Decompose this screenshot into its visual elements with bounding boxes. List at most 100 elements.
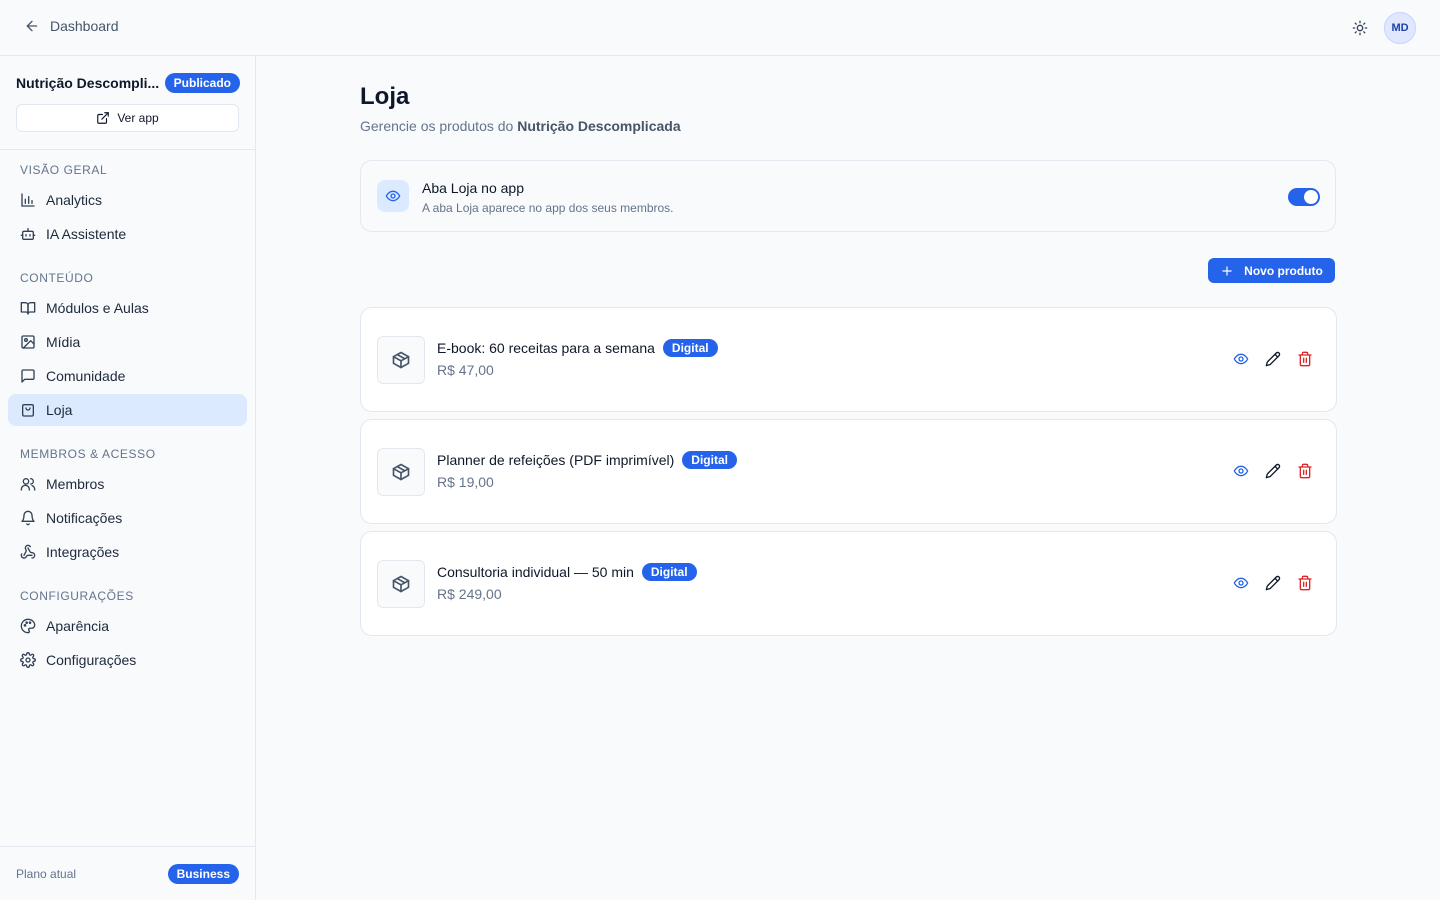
toggle-knob bbox=[1304, 190, 1318, 204]
product-actions bbox=[1233, 574, 1313, 592]
sidebar-item-integracoes[interactable]: Integrações bbox=[8, 536, 247, 568]
sidebar: Nutrição Descompli... Publicado Ver app … bbox=[0, 56, 256, 900]
page-title: Loja bbox=[360, 83, 410, 110]
trash-icon bbox=[1298, 463, 1312, 479]
product-type-badge: Digital bbox=[682, 451, 737, 469]
nav-section-title: MEMBROS & ACESSO bbox=[20, 447, 156, 461]
product-card[interactable]: Planner de refeições (PDF imprimível) Di… bbox=[360, 419, 1337, 524]
top-bar: Dashboard MD bbox=[0, 0, 1440, 56]
sidebar-nav: VISÃO GERAL Analytics IA Assistente CONT… bbox=[8, 160, 247, 678]
plan-badge: Business bbox=[167, 864, 239, 884]
edit-product-button[interactable] bbox=[1265, 574, 1281, 592]
pencil-icon bbox=[1265, 463, 1281, 479]
sidebar-item-label: Comunidade bbox=[46, 368, 126, 384]
store-tab-description: A aba Loja aparece no app dos seus membr… bbox=[422, 201, 674, 215]
view-product-button[interactable] bbox=[1233, 350, 1249, 368]
product-type-badge: Digital bbox=[641, 563, 697, 581]
product-card[interactable]: Consultoria individual — 50 min Digital … bbox=[360, 531, 1337, 636]
package-icon bbox=[377, 336, 425, 384]
external-link-icon bbox=[97, 112, 110, 124]
sidebar-item-label: Membros bbox=[46, 476, 105, 492]
sidebar-item-membros[interactable]: Membros bbox=[8, 468, 247, 500]
avatar[interactable]: MD bbox=[1384, 12, 1416, 44]
sidebar-item-midia[interactable]: Mídia bbox=[8, 326, 247, 358]
bell-icon bbox=[21, 510, 35, 526]
eye-icon bbox=[1233, 353, 1249, 365]
sidebar-item-label: Loja bbox=[46, 402, 73, 418]
pencil-icon bbox=[1265, 575, 1281, 591]
book-open-icon bbox=[20, 302, 36, 315]
shopping-bag-icon bbox=[22, 404, 34, 417]
eye-icon bbox=[1233, 465, 1249, 477]
eye-icon bbox=[377, 180, 409, 212]
sidebar-item-loja[interactable]: Loja bbox=[8, 394, 247, 426]
sidebar-item-label: Mídia bbox=[46, 334, 81, 350]
product-name: Consultoria individual — 50 min bbox=[437, 564, 634, 580]
project-header: Nutrição Descompli... Publicado bbox=[16, 73, 240, 93]
sidebar-item-modulos[interactable]: Módulos e Aulas bbox=[8, 292, 247, 324]
plan-label: Plano atual bbox=[16, 867, 77, 881]
palette-icon bbox=[20, 618, 36, 634]
sidebar-item-label: Analytics bbox=[46, 192, 103, 208]
delete-product-button[interactable] bbox=[1297, 462, 1313, 480]
product-name: E-book: 60 receitas para a semana bbox=[437, 340, 655, 356]
status-badge: Publicado bbox=[164, 73, 240, 93]
plan-info: Plano atual Business bbox=[16, 864, 239, 884]
delete-product-button[interactable] bbox=[1297, 574, 1313, 592]
delete-product-button[interactable] bbox=[1297, 350, 1313, 368]
sidebar-item-ia-assistente[interactable]: IA Assistente bbox=[8, 218, 247, 250]
view-app-button[interactable]: Ver app bbox=[16, 104, 239, 132]
eye-icon bbox=[1233, 577, 1249, 589]
view-product-button[interactable] bbox=[1233, 462, 1249, 480]
sidebar-item-label: Integrações bbox=[46, 544, 120, 560]
page-subtitle: Gerencie os produtos do Nutrição Descomp… bbox=[360, 118, 681, 134]
view-app-label: Ver app bbox=[117, 111, 159, 125]
sidebar-item-label: Módulos e Aulas bbox=[46, 300, 149, 316]
sidebar-item-notificacoes[interactable]: Notificações bbox=[8, 502, 247, 534]
settings-icon bbox=[20, 652, 36, 668]
message-square-icon bbox=[21, 369, 35, 383]
nav-section-title: CONFIGURAÇÕES bbox=[20, 589, 134, 603]
sun-icon bbox=[1352, 20, 1368, 36]
store-tab-card: Aba Loja no app A aba Loja aparece no ap… bbox=[360, 160, 1336, 232]
package-icon bbox=[377, 560, 425, 608]
product-card[interactable]: E-book: 60 receitas para a semana Digita… bbox=[360, 307, 1337, 412]
bot-icon bbox=[20, 228, 36, 240]
sidebar-divider bbox=[0, 846, 255, 847]
package-icon bbox=[377, 448, 425, 496]
product-type-badge: Digital bbox=[662, 339, 718, 357]
bar-chart-icon bbox=[21, 193, 35, 207]
new-product-button[interactable]: Novo produto bbox=[1208, 258, 1335, 283]
subtitle-prefix: Gerencie os produtos do bbox=[360, 118, 518, 134]
trash-icon bbox=[1298, 575, 1312, 591]
sidebar-item-label: IA Assistente bbox=[46, 226, 127, 242]
subtitle-project-name: Nutrição Descomplicada bbox=[517, 118, 681, 134]
sidebar-item-aparencia[interactable]: Aparência bbox=[8, 610, 247, 642]
sidebar-item-label: Configurações bbox=[46, 652, 137, 668]
plus-icon bbox=[1222, 265, 1232, 276]
sidebar-item-label: Notificações bbox=[46, 510, 123, 526]
product-name: Planner de refeições (PDF imprimível) bbox=[437, 452, 675, 468]
nav-section-title: VISÃO GERAL bbox=[20, 163, 108, 177]
sidebar-item-analytics[interactable]: Analytics bbox=[8, 184, 247, 216]
trash-icon bbox=[1298, 351, 1312, 367]
image-icon bbox=[21, 335, 35, 349]
store-tab-toggle[interactable] bbox=[1288, 188, 1320, 206]
back-label: Dashboard bbox=[50, 18, 119, 34]
product-price: R$ 249,00 bbox=[437, 586, 502, 602]
new-product-label: Novo produto bbox=[1244, 263, 1323, 278]
theme-toggle-button[interactable] bbox=[1350, 18, 1370, 38]
sidebar-item-configuracoes[interactable]: Configurações bbox=[8, 644, 247, 676]
product-price: R$ 47,00 bbox=[437, 362, 494, 378]
product-actions bbox=[1233, 462, 1313, 480]
store-tab-title: Aba Loja no app bbox=[422, 180, 524, 196]
view-product-button[interactable] bbox=[1233, 574, 1249, 592]
edit-product-button[interactable] bbox=[1265, 350, 1281, 368]
users-icon bbox=[20, 478, 36, 491]
sidebar-divider bbox=[0, 149, 255, 150]
pencil-icon bbox=[1265, 351, 1281, 367]
back-to-dashboard-link[interactable]: Dashboard bbox=[24, 18, 119, 34]
sidebar-item-comunidade[interactable]: Comunidade bbox=[8, 360, 247, 392]
project-name: Nutrição Descompli... bbox=[16, 75, 160, 91]
edit-product-button[interactable] bbox=[1265, 462, 1281, 480]
